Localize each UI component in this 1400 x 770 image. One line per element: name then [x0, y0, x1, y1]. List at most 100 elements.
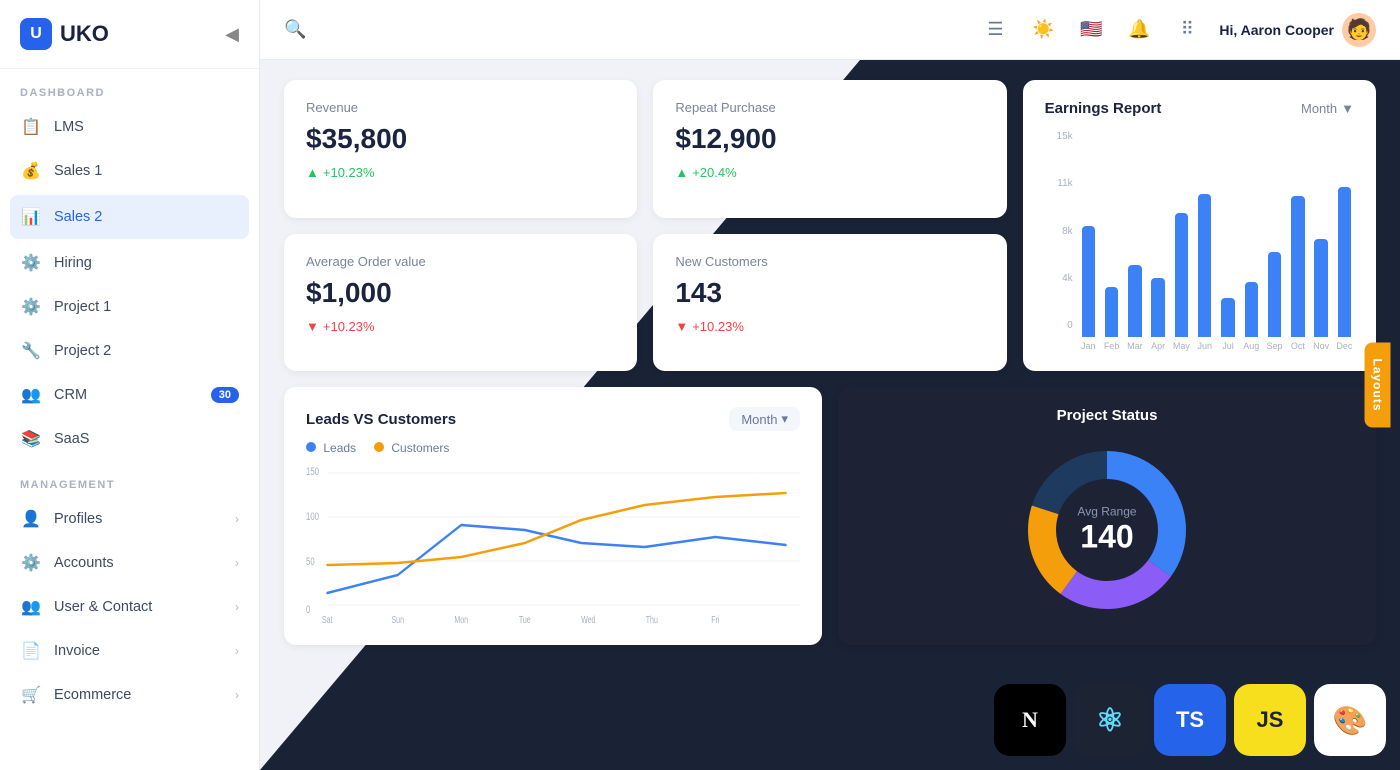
bar-column: Jun [1195, 131, 1214, 351]
bar-x-label: May [1173, 341, 1190, 351]
revenue-value: $35,800 [306, 123, 615, 155]
svg-text:Fri: Fri [711, 614, 719, 625]
bar [1082, 226, 1095, 337]
donut-chart: Avg Range 140 [1017, 440, 1197, 620]
lms-icon: 📋 [20, 116, 42, 138]
month-select[interactable]: Month ▼ [1301, 101, 1354, 116]
sidebar-item-accounts[interactable]: ⚙️ Accounts › [0, 541, 259, 585]
stat-card-repeat: Repeat Purchase $12,900 ▲ +20.4% [653, 80, 1006, 218]
bar [1198, 194, 1211, 337]
sidebar-item-label: Invoice [54, 643, 100, 659]
sidebar-item-sales1[interactable]: 💰 Sales 1 [0, 149, 259, 193]
svg-text:100: 100 [306, 511, 319, 524]
layouts-tab[interactable]: Layouts [1364, 342, 1390, 427]
accounts-icon: ⚙️ [20, 552, 42, 574]
bar [1268, 252, 1281, 337]
leads-card: Leads VS Customers Month ▾ Leads [284, 387, 822, 645]
sales1-icon: 💰 [20, 160, 42, 182]
new-customers-change: ▼ +10.23% [675, 319, 984, 334]
react-icon[interactable]: ⚛ [1074, 684, 1146, 756]
crm-icon: 👥 [20, 384, 42, 406]
avg-order-value: $1,000 [306, 277, 615, 309]
bar [1221, 298, 1234, 337]
chevron-icon: › [235, 644, 239, 658]
profiles-icon: 👤 [20, 508, 42, 530]
sidebar-item-label: LMS [54, 119, 84, 135]
customers-legend-item: Customers [374, 441, 449, 455]
bar [1175, 213, 1188, 337]
stat-card-new-customers: New Customers 143 ▼ +10.23% [653, 234, 1006, 372]
sidebar-item-saas[interactable]: 📚 SaaS [0, 417, 259, 461]
bar [1105, 287, 1118, 337]
bar-column: Jan [1079, 131, 1098, 351]
svg-text:0: 0 [306, 604, 310, 617]
flag-icon[interactable]: 🇺🇸 [1075, 14, 1107, 46]
bar [1314, 239, 1327, 337]
bar-column: May [1172, 131, 1191, 351]
project2-icon: 🔧 [20, 340, 42, 362]
search-wrap: 🔍 [284, 19, 963, 40]
sidebar-item-invoice[interactable]: 📄 Invoice › [0, 629, 259, 673]
avg-value: 140 [1077, 519, 1136, 556]
new-customers-value: 143 [675, 277, 984, 309]
content-inner: Revenue $35,800 ▲ +10.23% Repeat Purchas… [260, 60, 1400, 770]
customers-dot [374, 442, 384, 452]
content-wrapper: Revenue $35,800 ▲ +10.23% Repeat Purchas… [260, 60, 1400, 770]
leads-header: Leads VS Customers Month ▾ [306, 407, 800, 431]
javascript-icon[interactable]: JS [1234, 684, 1306, 756]
y-label: 0 [1045, 320, 1073, 331]
grid-icon[interactable]: ⠿ [1171, 14, 1203, 46]
y-label: 11k [1045, 178, 1073, 189]
bar-x-label: Jul [1222, 341, 1234, 351]
bars-container: JanFebMarAprMayJunJulAugSepOctNovDec [1079, 131, 1354, 351]
bar [1245, 282, 1258, 337]
collapse-button[interactable]: ◀ [225, 24, 239, 45]
bar-x-label: Jun [1197, 341, 1212, 351]
figma-icon[interactable]: 🎨 [1314, 684, 1386, 756]
bar-x-label: Aug [1243, 341, 1259, 351]
nextjs-icon[interactable]: N [994, 684, 1066, 756]
sidebar-item-lms[interactable]: 📋 LMS [0, 105, 259, 149]
sidebar-section-dashboard: DASHBOARD 📋 LMS 💰 Sales 1 📊 Sales 2 ⚙️ H… [0, 69, 259, 461]
bar-column: Dec [1335, 131, 1354, 351]
bell-icon[interactable]: 🔔 [1123, 14, 1155, 46]
stat-card-avg-order: Average Order value $1,000 ▼ +10.23% [284, 234, 637, 372]
ecommerce-icon: 🛒 [20, 684, 42, 706]
theme-icon[interactable]: ☀️ [1027, 14, 1059, 46]
leads-legend-item: Leads [306, 441, 356, 455]
sidebar-item-project1[interactable]: ⚙️ Project 1 [0, 285, 259, 329]
sidebar-item-crm[interactable]: 👥 CRM 30 [0, 373, 259, 417]
revenue-label: Revenue [306, 100, 615, 115]
donut-center: Avg Range 140 [1077, 505, 1136, 556]
sidebar-item-sales2[interactable]: 📊 Sales 2 [10, 195, 249, 239]
up-arrow-icon: ▲ [306, 165, 319, 180]
sidebar-item-profiles[interactable]: 👤 Profiles › [0, 497, 259, 541]
sidebar-item-user-contact[interactable]: 👥 User & Contact › [0, 585, 259, 629]
leads-title: Leads VS Customers [306, 411, 456, 428]
avg-order-label: Average Order value [306, 254, 615, 269]
sidebar-item-hiring[interactable]: ⚙️ Hiring [0, 241, 259, 285]
bar [1128, 265, 1141, 337]
bar-column: Oct [1288, 131, 1307, 351]
project-card: Project Status [838, 387, 1376, 645]
repeat-value: $12,900 [675, 123, 984, 155]
typescript-icon[interactable]: TS [1154, 684, 1226, 756]
sidebar-item-ecommerce[interactable]: 🛒 Ecommerce › [0, 673, 259, 717]
sales2-icon: 📊 [20, 206, 42, 228]
bar-column: Feb [1102, 131, 1121, 351]
user-name: Hi, Aaron Cooper [1219, 22, 1334, 38]
sidebar-item-project2[interactable]: 🔧 Project 2 [0, 329, 259, 373]
sidebar-item-label: Sales 1 [54, 163, 102, 179]
leads-month-button[interactable]: Month ▾ [729, 407, 800, 431]
sidebar-section-management: MANAGEMENT 👤 Profiles › ⚙️ Accounts › 👥 … [0, 461, 259, 717]
svg-text:Tue: Tue [519, 614, 531, 625]
sidebar-item-label: Project 2 [54, 343, 111, 359]
user-avatar: 🧑 [1342, 13, 1376, 47]
leads-dot [306, 442, 316, 452]
menu-icon[interactable]: ☰ [979, 14, 1011, 46]
svg-text:150: 150 [306, 466, 319, 479]
new-customers-label: New Customers [675, 254, 984, 269]
user-info[interactable]: Hi, Aaron Cooper 🧑 [1219, 13, 1376, 47]
chart-legend: Leads Customers [306, 441, 800, 455]
logo: U UKO [20, 18, 109, 50]
